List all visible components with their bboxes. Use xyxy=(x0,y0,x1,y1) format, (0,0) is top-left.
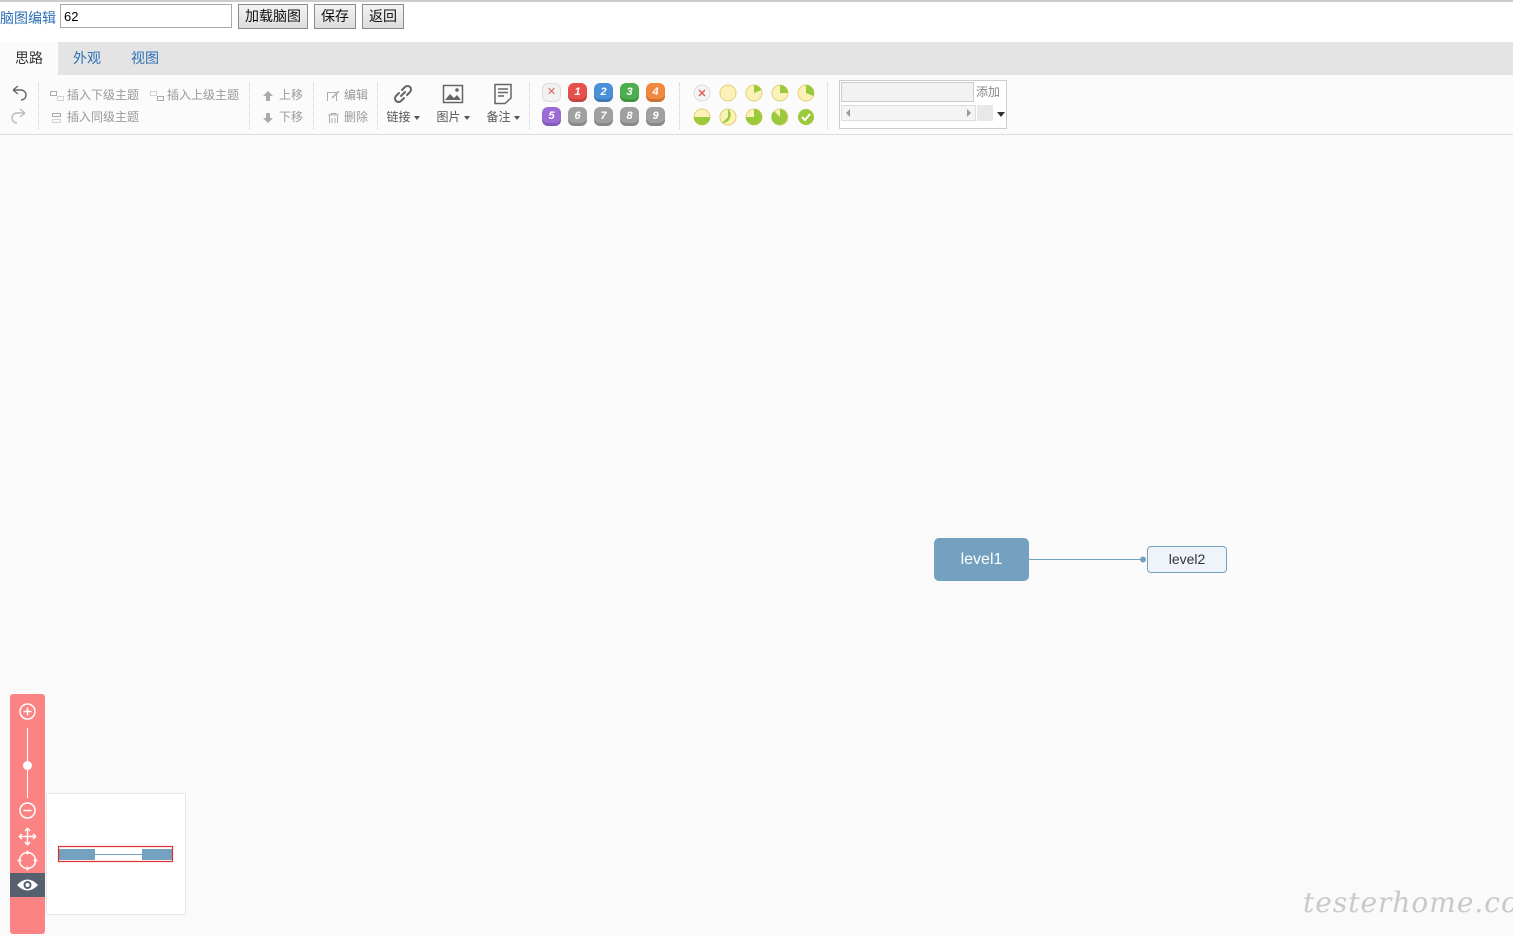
progress-3-icon[interactable] xyxy=(797,84,815,102)
move-up-label: 上移 xyxy=(279,88,304,102)
insert-sibling-icon xyxy=(52,112,61,123)
arrow-up-icon xyxy=(263,90,273,101)
mindmap-id-input[interactable] xyxy=(60,4,232,28)
child-node[interactable]: level2 xyxy=(1147,546,1227,573)
progress-clear-icon[interactable] xyxy=(693,84,711,102)
toolbar: 插入下级主题 插入上级主题 插入同级主题 上移 下移 编辑 删除 链接 图片 备… xyxy=(0,75,1513,135)
tab-bar: 思路 外观 视图 xyxy=(0,42,1513,75)
insert-parent-button[interactable]: 插入上级主题 xyxy=(150,86,239,103)
progress-0-icon[interactable] xyxy=(719,84,737,102)
insert-sibling-button[interactable]: 插入同级主题 xyxy=(50,108,139,125)
eye-icon xyxy=(17,879,38,891)
resource-scrollbar[interactable] xyxy=(841,105,976,121)
insert-child-icon xyxy=(50,90,64,101)
edit-label: 编辑 xyxy=(344,88,369,102)
progress-6-icon[interactable] xyxy=(745,108,763,126)
resource-toggle[interactable] xyxy=(977,105,993,121)
progress-7-icon[interactable] xyxy=(771,108,789,126)
move-down-button[interactable]: 下移 xyxy=(262,108,303,125)
watermark: testerhome.com xyxy=(1303,886,1513,919)
move-up-button[interactable]: 上移 xyxy=(262,86,303,103)
zoom-out-icon[interactable] xyxy=(18,801,37,820)
progress-1-icon[interactable] xyxy=(745,84,763,102)
separator xyxy=(249,83,250,129)
image-icon xyxy=(442,84,464,104)
save-button[interactable]: 保存 xyxy=(314,4,356,29)
separator xyxy=(827,83,828,129)
delete-button[interactable]: 删除 xyxy=(327,108,368,125)
priority-9[interactable]: 9 xyxy=(646,107,665,126)
arrow-down-icon xyxy=(263,112,273,123)
redo-icon[interactable] xyxy=(9,106,29,124)
zoom-in-icon[interactable] xyxy=(18,702,37,721)
minimap-preview xyxy=(57,845,174,863)
add-resource-button[interactable]: 添加 xyxy=(976,83,1000,100)
link-icon xyxy=(393,84,413,104)
link-button[interactable]: 链接 xyxy=(381,79,425,125)
progress-5-icon[interactable] xyxy=(719,108,737,126)
edit-icon xyxy=(327,90,340,101)
navigator-minimap[interactable] xyxy=(46,793,186,915)
priority-7[interactable]: 7 xyxy=(594,107,613,126)
insert-child-button[interactable]: 插入下级主题 xyxy=(50,86,139,103)
separator xyxy=(313,83,314,129)
priority-1[interactable]: 1 xyxy=(568,83,587,102)
insert-parent-icon xyxy=(150,90,164,101)
progress-4-icon[interactable] xyxy=(693,108,711,126)
insert-child-label: 插入下级主题 xyxy=(67,88,140,102)
link-label: 链接 xyxy=(386,110,411,124)
progress-done-icon[interactable] xyxy=(797,108,815,126)
image-label: 图片 xyxy=(436,110,461,124)
move-icon[interactable] xyxy=(18,827,37,846)
progress-2-icon[interactable] xyxy=(771,84,789,102)
trash-icon xyxy=(328,112,339,123)
note-icon xyxy=(494,83,512,105)
tab-idea[interactable]: 思路 xyxy=(0,42,58,75)
insert-parent-label: 插入上级主题 xyxy=(167,88,240,102)
scroll-right-icon[interactable] xyxy=(967,109,971,117)
zoom-slider-handle[interactable] xyxy=(23,761,32,770)
resource-box: 添加 xyxy=(839,80,1007,129)
note-button[interactable]: 备注 xyxy=(481,79,525,125)
separator xyxy=(377,83,378,129)
delete-label: 删除 xyxy=(344,110,369,124)
tab-view[interactable]: 视图 xyxy=(116,42,174,75)
zoom-panel xyxy=(10,694,45,934)
priority-4[interactable]: 4 xyxy=(646,83,665,102)
image-button[interactable]: 图片 xyxy=(431,79,475,125)
edit-button[interactable]: 编辑 xyxy=(327,86,368,103)
insert-sibling-label: 插入同级主题 xyxy=(67,110,140,124)
page-title: 脑图编辑 xyxy=(0,10,56,26)
navigator-toggle[interactable] xyxy=(10,873,45,897)
chevron-down-icon xyxy=(463,115,470,120)
separator xyxy=(38,83,39,129)
move-down-label: 下移 xyxy=(279,110,304,124)
undo-icon[interactable] xyxy=(9,83,29,101)
chevron-down-icon xyxy=(413,115,420,120)
scroll-left-icon[interactable] xyxy=(846,109,850,117)
chevron-down-icon xyxy=(513,115,520,120)
connector-line xyxy=(1029,556,1146,563)
priority-2[interactable]: 2 xyxy=(594,83,613,102)
separator xyxy=(529,83,530,129)
root-node[interactable]: level1 xyxy=(934,538,1029,581)
priority-3[interactable]: 3 xyxy=(620,83,639,102)
priority-6[interactable]: 6 xyxy=(568,107,587,126)
locate-icon[interactable] xyxy=(17,850,38,871)
note-label: 备注 xyxy=(486,110,511,124)
load-mindmap-button[interactable]: 加载脑图 xyxy=(238,4,308,29)
priority-5[interactable]: 5 xyxy=(542,107,561,126)
top-bar: 脑图编辑 加载脑图 保存 返回 xyxy=(0,0,1513,42)
priority-clear-icon[interactable]: ✕ xyxy=(542,83,561,102)
chevron-down-icon[interactable] xyxy=(997,112,1005,117)
priority-8[interactable]: 8 xyxy=(620,107,639,126)
tab-appearance[interactable]: 外观 xyxy=(58,42,116,75)
resource-input[interactable] xyxy=(841,82,974,102)
back-button[interactable]: 返回 xyxy=(362,4,404,29)
separator xyxy=(679,83,680,129)
